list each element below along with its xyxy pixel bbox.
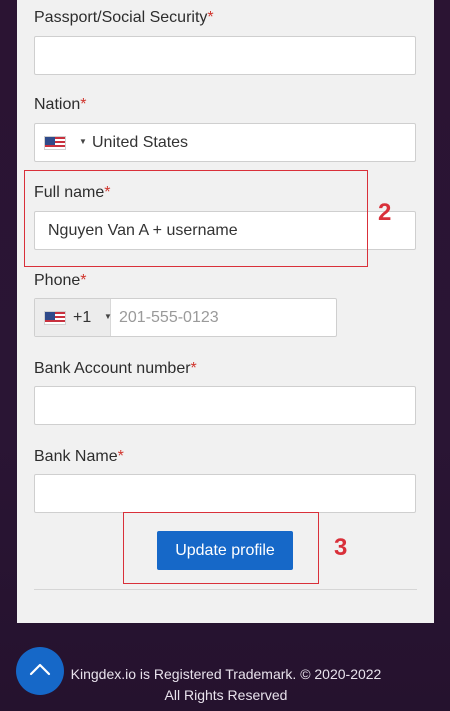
annotation-number-2: 2 <box>378 199 392 226</box>
us-flag-icon <box>44 311 66 325</box>
bank-account-label: Bank Account number* <box>34 360 197 377</box>
nation-value: United States <box>92 134 189 151</box>
phone-input[interactable] <box>119 309 329 327</box>
annotation-box-submit <box>123 512 319 584</box>
caret-down-icon: ▼ <box>79 137 87 146</box>
bank-account-input[interactable] <box>34 386 416 425</box>
bank-name-label: Bank Name* <box>34 448 124 465</box>
passport-input[interactable] <box>34 36 416 75</box>
divider <box>34 589 417 590</box>
annotation-box-full-name <box>24 170 368 267</box>
phone-country-select[interactable]: +1 ▼ <box>35 299 112 336</box>
passport-label: Passport/Social Security* <box>34 9 214 26</box>
us-flag-icon <box>44 136 66 150</box>
nation-select[interactable]: ▼ United States <box>34 123 416 162</box>
phone-country-code: +1 <box>73 309 92 326</box>
nation-label: Nation* <box>34 96 87 113</box>
bank-name-input[interactable] <box>34 474 416 513</box>
annotation-number-3: 3 <box>334 534 348 561</box>
phone-label: Phone* <box>34 272 87 289</box>
footer-copyright: Kingdex.io is Registered Trademark. © 20… <box>70 666 382 682</box>
phone-field: +1 ▼ <box>34 298 337 337</box>
footer-rights: All Rights Reserved <box>164 687 288 703</box>
caret-down-icon: ▼ <box>104 312 112 321</box>
